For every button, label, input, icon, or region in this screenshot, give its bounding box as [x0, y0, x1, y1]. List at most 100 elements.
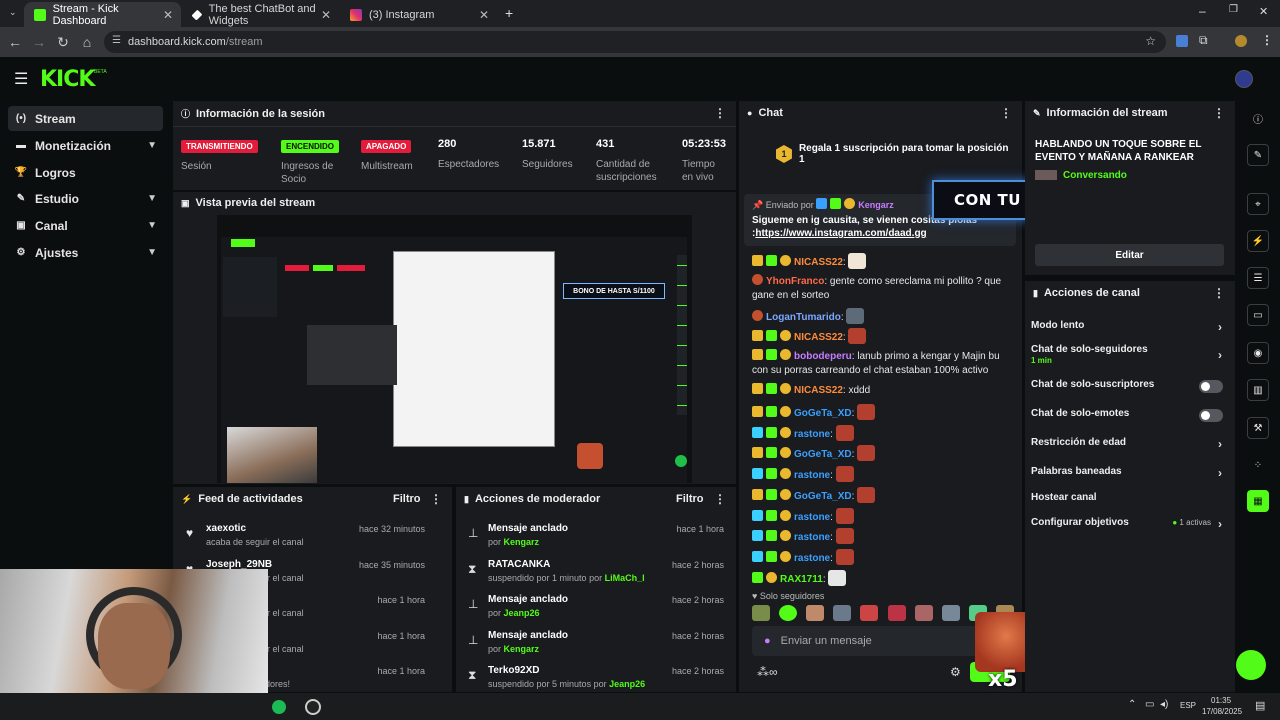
gift-sub-banner[interactable]: 1 Regala 1 suscripción para tomar la pos…	[776, 143, 1016, 165]
sidebar-item-logros[interactable]: 🏆 Logros	[8, 160, 163, 185]
language-indicator[interactable]: ESP	[1180, 701, 1196, 710]
clapperboard-icon[interactable]: ▦	[1247, 490, 1269, 512]
stream-info-panel: ✎ Información del stream ⋮ HABLANDO UN TO…	[1025, 101, 1235, 275]
microphone-icon[interactable]: ●	[764, 635, 771, 647]
chat-username: RAX1711	[780, 574, 823, 585]
home-icon[interactable]: ⌂	[75, 34, 99, 50]
chat-settings-icon[interactable]: ⚙	[950, 665, 961, 679]
close-icon[interactable]: ✕	[163, 8, 173, 22]
tray-chevron-icon[interactable]: ⌃	[1128, 699, 1136, 710]
tab-kick-dashboard[interactable]: Stream - Kick Dashboard ✕	[24, 2, 181, 27]
sidebar-item-monetizacion[interactable]: ▬ Monetización ▼	[8, 133, 163, 158]
filter-button[interactable]: Filtro	[676, 493, 704, 505]
back-icon[interactable]: ←	[3, 34, 27, 50]
sidebar-item-ajustes[interactable]: ⚙ Ajustes ▼	[8, 240, 163, 265]
list-icon[interactable]: ☰	[1247, 267, 1269, 289]
edit-button[interactable]: Editar	[1035, 244, 1224, 266]
kebab-menu-icon[interactable]: ⋮	[430, 492, 442, 506]
action-slow-mode[interactable]: Modo lento ›	[1031, 320, 1227, 340]
edit-icon[interactable]: ✎	[1247, 144, 1269, 166]
action-banned-words[interactable]: Palabras baneadas ›	[1031, 466, 1227, 486]
action-subscribers-only[interactable]: Chat de solo-suscriptores	[1031, 379, 1227, 399]
extensions-icon[interactable]: ⧉	[1199, 33, 1208, 48]
action-goals[interactable]: Configurar objetivos ● 1 activas ›	[1031, 517, 1227, 537]
text-label: Cantidad de suscripciones	[596, 159, 657, 183]
support-chat-icon[interactable]	[1236, 650, 1266, 680]
emote[interactable]	[779, 605, 798, 621]
window-close-icon[interactable]: ✕	[1259, 5, 1268, 18]
kebab-menu-icon[interactable]: ⋮	[714, 106, 726, 120]
new-tab-button[interactable]: +	[505, 5, 513, 21]
chevron-right-icon: ›	[1218, 320, 1222, 334]
category-label[interactable]: Conversando	[1063, 170, 1127, 181]
action-followers-only[interactable]: Chat de solo-seguidores 1 min ›	[1031, 344, 1227, 370]
toggle-switch[interactable]	[1199, 380, 1223, 393]
emote[interactable]	[806, 605, 825, 621]
text-label: The best ChatBot and Widgets	[208, 2, 316, 27]
kick-logo[interactable]: KICK	[40, 67, 95, 92]
toggle-switch[interactable]	[1199, 409, 1223, 422]
notifications-icon[interactable]: ▤	[1255, 699, 1265, 712]
sidebar-item-canal[interactable]: ▣ Canal ▼	[8, 213, 163, 238]
kebab-menu-icon[interactable]: ⋮	[714, 492, 726, 506]
chat-icon[interactable]: ▭	[1247, 304, 1269, 326]
emote[interactable]	[941, 605, 960, 621]
text-label: :	[842, 332, 846, 343]
tab-search-icon[interactable]: ⌄	[9, 7, 17, 18]
obs-icon[interactable]	[305, 699, 321, 715]
lightning-icon[interactable]: ⚡	[1247, 230, 1269, 252]
wrench-icon[interactable]: ⚒	[1247, 417, 1269, 439]
text-label: Multistream	[361, 161, 413, 172]
emote[interactable]	[887, 605, 906, 621]
sidebar-item-estudio[interactable]: ✎ Estudio ▼	[8, 186, 163, 211]
hamburger-menu-icon[interactable]: ☰	[14, 69, 28, 89]
tab-chatbot[interactable]: The best ChatBot and Widgets ✕	[182, 2, 339, 27]
user-avatar[interactable]	[1235, 70, 1253, 88]
emote[interactable]	[860, 605, 879, 621]
clock-date[interactable]: 17/08/2025	[1202, 707, 1242, 716]
url-bar[interactable]: ☰ dashboard.kick.com/stream ☆	[104, 31, 1166, 53]
chat-icon: ●	[747, 108, 753, 118]
user-icon[interactable]: ▥	[1247, 379, 1269, 401]
tray-network-icon[interactable]: ▭	[1145, 699, 1154, 710]
translate-icon[interactable]	[1176, 35, 1188, 47]
sidebar-item-stream[interactable]: (•) Stream	[8, 106, 163, 131]
close-icon[interactable]: ✕	[479, 8, 489, 22]
apps-icon[interactable]: ⁘	[1247, 454, 1269, 476]
info-icon[interactable]: ⓘ	[1247, 107, 1269, 129]
spotify-icon[interactable]	[272, 700, 286, 714]
emote[interactable]	[914, 605, 933, 621]
clock-time[interactable]: 01:35	[1211, 696, 1231, 705]
action-emotes-only[interactable]: Chat de solo-emotes	[1031, 408, 1227, 428]
action-age-restriction[interactable]: Restricción de edad ›	[1031, 437, 1227, 457]
minimize-icon[interactable]: –	[1199, 4, 1206, 18]
broadcast-icon[interactable]: ◉	[1247, 342, 1269, 364]
list-item: ♥ xaexotic acaba de seguir el canal hace 32…	[173, 520, 445, 556]
gift-badge-icon	[780, 427, 791, 438]
filter-button[interactable]: Filtro	[393, 493, 421, 505]
stream-preview-video[interactable]: BONO DE HASTA S/1100	[217, 215, 692, 483]
kebab-menu-icon[interactable]: ⋮	[1213, 106, 1225, 120]
close-icon[interactable]: ✕	[321, 8, 331, 22]
kebab-menu-icon[interactable]: ⋮	[1213, 286, 1225, 300]
category-thumb	[1035, 170, 1057, 180]
browser-menu-icon[interactable]: ⋮	[1261, 33, 1273, 47]
emote[interactable]	[752, 605, 770, 621]
site-info-icon[interactable]: ☰	[112, 35, 121, 46]
emote-picker-icon[interactable]: ⁂∞	[757, 665, 778, 679]
text-label: LiMaCh_l	[604, 573, 645, 583]
target-icon[interactable]: ⌖	[1247, 193, 1269, 215]
bookmark-star-icon[interactable]: ☆	[1145, 34, 1156, 48]
pinned-link[interactable]: https://www.instagram.com/daad.gg	[755, 228, 926, 239]
emote[interactable]	[833, 605, 852, 621]
restore-icon[interactable]: ❐	[1229, 4, 1238, 15]
tab-instagram[interactable]: (3) Instagram ✕	[340, 2, 497, 27]
profile-icon[interactable]	[1235, 35, 1247, 47]
text-label: acaba de seguir el canal	[206, 537, 304, 547]
action-host-channel[interactable]: Hostear canal	[1031, 492, 1227, 512]
tray-volume-icon[interactable]: ◂)	[1160, 699, 1168, 710]
forward-icon[interactable]: →	[27, 34, 51, 50]
kebab-menu-icon[interactable]: ⋮	[1000, 106, 1012, 120]
reload-icon[interactable]: ↻	[51, 34, 75, 51]
list-item: ⊥ Mensaje anclado por Kengarz hace 2 horas	[456, 627, 736, 663]
